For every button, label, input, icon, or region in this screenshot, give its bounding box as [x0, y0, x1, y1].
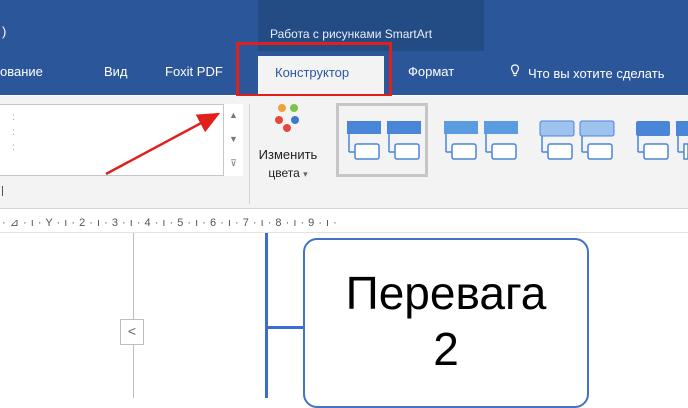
- red-arrow-annotation: [105, 112, 221, 176]
